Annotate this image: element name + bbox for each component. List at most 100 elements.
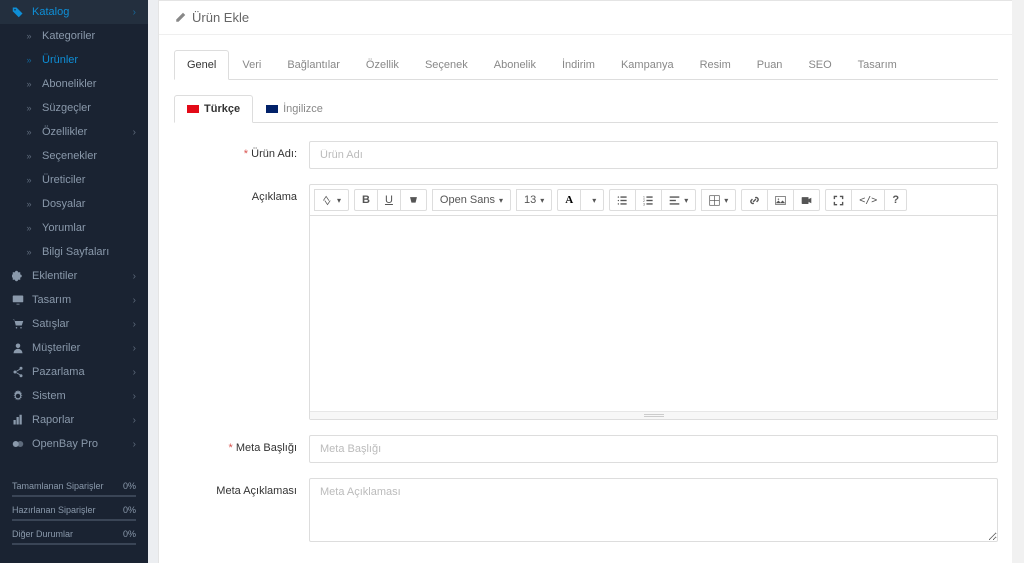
tab-tasarim[interactable]: Tasarım bbox=[845, 50, 910, 80]
editor-code-button[interactable]: </> bbox=[851, 189, 885, 211]
editor-help-button[interactable]: ? bbox=[884, 189, 907, 211]
label-text: Meta Başlığı bbox=[236, 442, 297, 454]
panel: Ürün Ekle Genel Veri Bağlantılar Özellik… bbox=[158, 0, 1014, 563]
font-name: Open Sans bbox=[440, 194, 495, 206]
lang-tab-ingilizce[interactable]: İngilizce bbox=[253, 95, 336, 123]
tab-baglantilar[interactable]: Bağlantılar bbox=[274, 50, 353, 80]
sidebar-sub-suzgecler[interactable]: »Süzgeçler bbox=[0, 96, 148, 120]
tab-indirim[interactable]: İndirim bbox=[549, 50, 608, 80]
sidebar-sub-ureticiler[interactable]: »Üreticiler bbox=[0, 168, 148, 192]
sidebar-item-raporlar[interactable]: Raporlar › bbox=[0, 408, 148, 432]
rich-editor: ▾ B U Open Sans ▾ bbox=[309, 184, 998, 420]
status-pct: 0% bbox=[123, 505, 136, 515]
sidebar-sub-dosyalar[interactable]: » Dosyalar bbox=[0, 192, 148, 216]
status-label: Tamamlanan Siparişler bbox=[12, 481, 104, 491]
user-icon bbox=[12, 342, 26, 354]
tab-kampanya[interactable]: Kampanya bbox=[608, 50, 687, 80]
chevron-right-icon: › bbox=[133, 271, 136, 282]
openbay-icon bbox=[12, 438, 26, 450]
sidebar-sub-label: Ürünler bbox=[42, 54, 78, 66]
editor-table-button[interactable]: ▾ bbox=[701, 189, 736, 211]
sidebar-sub-label: Dosyalar bbox=[42, 198, 85, 210]
status-row: Hazırlanan Siparişler 0% bbox=[12, 505, 136, 515]
sidebar-item-musteriler[interactable]: Müşteriler› bbox=[0, 336, 148, 360]
sidebar-sub-label: Bilgi Sayfaları bbox=[42, 246, 109, 258]
status-label: Hazırlanan Siparişler bbox=[12, 505, 96, 515]
sidebar-item-openbay[interactable]: OpenBay Pro› bbox=[0, 432, 148, 456]
lang-label: Türkçe bbox=[204, 103, 240, 115]
editor-forecolor-more-button[interactable]: ▾ bbox=[580, 189, 604, 211]
sidebar-item-pazarlama[interactable]: Pazarlama› bbox=[0, 360, 148, 384]
chevron-right-icon: › bbox=[133, 127, 136, 138]
sidebar-sub-label: Özellikler bbox=[42, 126, 87, 138]
sidebar-sub-secenekler[interactable]: »Seçenekler bbox=[0, 144, 148, 168]
tab-ozellik[interactable]: Özellik bbox=[353, 50, 412, 80]
tab-puan[interactable]: Puan bbox=[744, 50, 796, 80]
editor-resize-handle[interactable] bbox=[310, 411, 997, 419]
caret-icon: ▾ bbox=[337, 196, 341, 205]
sidebar-item-sistem[interactable]: Sistem› bbox=[0, 384, 148, 408]
form-group-meta-title: * Meta Başlığı bbox=[174, 435, 998, 463]
caret-icon: ▾ bbox=[499, 196, 503, 205]
tab-veri[interactable]: Veri bbox=[229, 50, 274, 80]
sidebar-sub-label: Süzgeçler bbox=[42, 102, 91, 114]
editor-style-button[interactable]: ▾ bbox=[314, 189, 349, 211]
editor-font-button[interactable]: Open Sans ▾ bbox=[432, 189, 511, 211]
sidebar-label: Raporlar bbox=[32, 414, 74, 426]
sidebar-sub-yorumlar[interactable]: »Yorumlar bbox=[0, 216, 148, 240]
form-group-meta-desc: Meta Açıklaması bbox=[174, 478, 998, 545]
editor-bold-button[interactable]: B bbox=[354, 189, 378, 211]
tab-seo[interactable]: SEO bbox=[795, 50, 844, 80]
flag-en-icon bbox=[266, 105, 278, 113]
editor-ol-button[interactable]: 123 bbox=[635, 189, 662, 211]
editor-forecolor-button[interactable]: A bbox=[557, 189, 581, 211]
editor-clear-button[interactable] bbox=[400, 189, 427, 211]
tab-resim[interactable]: Resim bbox=[687, 50, 744, 80]
caret-icon: ▾ bbox=[592, 196, 596, 205]
editor-video-button[interactable] bbox=[793, 189, 820, 211]
editor-align-button[interactable]: ▾ bbox=[661, 189, 696, 211]
editor-image-button[interactable] bbox=[767, 189, 794, 211]
scrollbar[interactable] bbox=[1012, 0, 1024, 563]
sidebar-sub-abonelikler[interactable]: »Abonelikler bbox=[0, 72, 148, 96]
meta-title-input[interactable] bbox=[309, 435, 998, 463]
sidebar-sub-bilgi[interactable]: »Bilgi Sayfaları bbox=[0, 240, 148, 264]
cart-icon bbox=[12, 318, 26, 330]
lang-tab-turkce[interactable]: Türkçe bbox=[174, 95, 253, 123]
editor-fullscreen-button[interactable] bbox=[825, 189, 852, 211]
puzzle-icon bbox=[12, 270, 26, 282]
sidebar-sub-label: Üreticiler bbox=[42, 174, 85, 186]
chevron-right-icon: › bbox=[133, 415, 136, 426]
editor-toolbar: ▾ B U Open Sans ▾ bbox=[310, 185, 997, 216]
editor-underline-button[interactable]: U bbox=[377, 189, 401, 211]
sidebar-item-katalog[interactable]: Katalog › bbox=[0, 0, 148, 24]
chevron-right-icon: › bbox=[133, 439, 136, 450]
arrow-icon: » bbox=[22, 199, 36, 209]
meta-desc-textarea[interactable] bbox=[309, 478, 998, 542]
name-label: * Ürün Adı: bbox=[174, 141, 309, 169]
status-row: Tamamlanan Siparişler 0% bbox=[12, 481, 136, 491]
chart-icon bbox=[12, 414, 26, 426]
name-input[interactable] bbox=[309, 141, 998, 169]
sidebar-sub-ozellikler[interactable]: »Özellikler› bbox=[0, 120, 148, 144]
status-pct: 0% bbox=[123, 481, 136, 491]
editor-link-button[interactable] bbox=[741, 189, 768, 211]
sidebar-item-satislar[interactable]: Satışlar› bbox=[0, 312, 148, 336]
tab-genel[interactable]: Genel bbox=[174, 50, 229, 80]
form-group-name: * Ürün Adı: bbox=[174, 141, 998, 169]
sidebar-sub-urunler[interactable]: »Ürünler bbox=[0, 48, 148, 72]
desc-label: Açıklama bbox=[174, 184, 309, 420]
editor-size-button[interactable]: 13▾ bbox=[516, 189, 552, 211]
lang-label: İngilizce bbox=[283, 103, 323, 115]
sidebar-sub-kategoriler[interactable]: »Kategoriler bbox=[0, 24, 148, 48]
tab-abonelik[interactable]: Abonelik bbox=[481, 50, 549, 80]
editor-ul-button[interactable] bbox=[609, 189, 636, 211]
sidebar-item-tasarim[interactable]: Tasarım› bbox=[0, 288, 148, 312]
editor-textarea[interactable] bbox=[310, 216, 997, 411]
status-row: Diğer Durumlar0% bbox=[12, 529, 136, 539]
chevron-right-icon: › bbox=[133, 343, 136, 354]
tab-secenek[interactable]: Seçenek bbox=[412, 50, 481, 80]
panel-title: Ürün Ekle bbox=[192, 10, 249, 25]
sidebar-item-eklentiler[interactable]: Eklentiler› bbox=[0, 264, 148, 288]
sidebar-sub-label: Kategoriler bbox=[42, 30, 95, 42]
